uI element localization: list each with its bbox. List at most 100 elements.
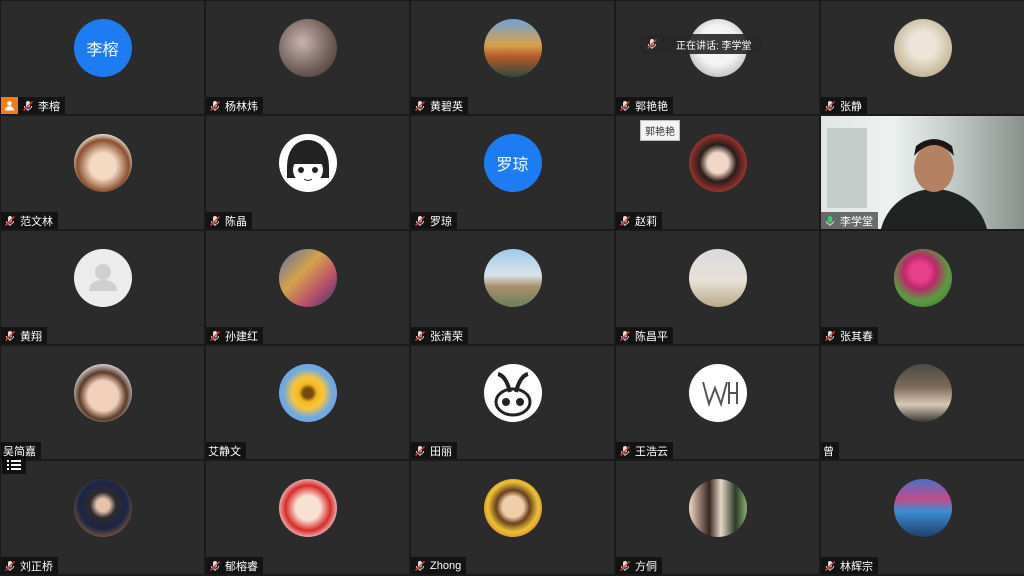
nameplate: 刘正桥	[1, 557, 58, 574]
participant-tile[interactable]: 郁榕睿	[206, 461, 409, 574]
list-view-button[interactable]	[2, 456, 26, 474]
participant-name: 李榕	[38, 100, 60, 113]
mic-muted-icon	[23, 100, 33, 111]
avatar	[483, 19, 542, 77]
avatar	[278, 479, 337, 537]
avatar	[688, 364, 747, 422]
avatar	[278, 134, 337, 192]
nameplate: 孙建红	[206, 327, 263, 344]
nameplate: 张静	[821, 97, 867, 114]
participant-name: 郭艳艳	[635, 100, 668, 113]
participant-name: 王浩云	[635, 445, 668, 458]
nameplate: 艾静文	[206, 442, 246, 459]
participant-tile[interactable]: 范文林	[1, 116, 204, 229]
participant-tile[interactable]: 黄碧英	[411, 1, 614, 114]
host-icon	[1, 97, 18, 114]
participant-name: 陈晶	[225, 215, 247, 228]
mic-muted-icon	[647, 39, 657, 49]
participant-tile[interactable]: 张清荣	[411, 231, 614, 344]
nameplate: 曾	[821, 442, 839, 459]
mic-muted-icon	[620, 330, 630, 341]
mic-muted-icon	[825, 330, 835, 341]
participant-tile[interactable]: 张其春	[821, 231, 1024, 344]
avatar: 李榕	[73, 19, 132, 77]
avatar	[73, 479, 132, 537]
mic-muted-icon	[825, 560, 835, 571]
participant-video-tile[interactable]: 李学堂	[821, 116, 1024, 229]
participant-name: 张静	[840, 100, 862, 113]
avatar	[893, 249, 952, 307]
participant-tile[interactable]: 陈晶	[206, 116, 409, 229]
participant-name: 张其春	[840, 330, 873, 343]
participant-tile[interactable]: Zhong	[411, 461, 614, 574]
list-icon	[7, 460, 21, 470]
mic-muted-icon	[210, 100, 220, 111]
participant-name: 杨林炜	[225, 100, 258, 113]
participant-name: 艾静文	[208, 445, 241, 458]
mic-muted-icon	[5, 330, 15, 341]
avatar	[483, 249, 542, 307]
participant-tile[interactable]: 艾静文	[206, 346, 409, 459]
nameplate: 林辉宗	[821, 557, 878, 574]
participant-name: 曾	[823, 445, 834, 458]
participant-tile[interactable]: 罗琼 罗琼	[411, 116, 614, 229]
nameplate: 方侗	[616, 557, 662, 574]
mic-muted-icon	[415, 330, 425, 341]
participant-tile[interactable]: 林辉宗	[821, 461, 1024, 574]
avatar	[483, 479, 542, 537]
participant-name: Zhong	[430, 559, 462, 572]
nameplate: 罗琼	[411, 212, 457, 229]
participant-name: 罗琼	[430, 215, 452, 228]
participant-name: 刘正桥	[20, 560, 53, 573]
avatar	[688, 249, 747, 307]
nameplate: 黄碧英	[411, 97, 468, 114]
nameplate: 张其春	[821, 327, 878, 344]
participant-tile[interactable]: 张静	[821, 1, 1024, 114]
participant-name: 郁榕睿	[225, 560, 258, 573]
nameplate: 李学堂	[821, 212, 878, 229]
nameplate: 张清荣	[411, 327, 468, 344]
participant-tile[interactable]: 李榕 李榕	[1, 1, 204, 114]
mic-muted-icon	[825, 100, 835, 111]
participant-tile[interactable]: 黄翔	[1, 231, 204, 344]
mic-muted-icon	[415, 560, 425, 571]
speaking-text: 正在讲话: 李学堂	[676, 40, 752, 52]
nameplate: 陈昌平	[616, 327, 673, 344]
mic-muted-icon	[620, 100, 630, 111]
mic-muted-icon	[5, 560, 15, 571]
participant-tile[interactable]: 陈昌平	[616, 231, 819, 344]
mic-muted-icon	[210, 215, 220, 226]
participant-name: 黄翔	[20, 330, 42, 343]
mic-active-icon	[826, 215, 834, 226]
participant-tile[interactable]: 吴简嘉	[1, 346, 204, 459]
participant-tile[interactable]: 郭艳艳	[616, 1, 819, 114]
participant-grid: 李榕 李榕 杨林炜 黄碧英 郭艳艳 张静 范文林 陈晶 罗琼 罗琼 赵莉 李学堂…	[0, 0, 1024, 576]
participant-name: 黄碧英	[430, 100, 463, 113]
avatar	[73, 249, 132, 307]
nameplate: 赵莉	[616, 212, 662, 229]
avatar	[893, 364, 952, 422]
participant-tile[interactable]: 孙建红	[206, 231, 409, 344]
nameplate: Zhong	[411, 557, 467, 574]
avatar	[73, 134, 132, 192]
nameplate: 田丽	[411, 442, 457, 459]
participant-name: 范文林	[20, 215, 53, 228]
participant-tile[interactable]: 王浩云	[616, 346, 819, 459]
nameplate: 陈晶	[206, 212, 252, 229]
avatar	[278, 364, 337, 422]
speaking-indicator: 正在讲话: 李学堂	[640, 34, 762, 54]
nameplate: 范文林	[1, 212, 58, 229]
participant-tile[interactable]: 田丽	[411, 346, 614, 459]
nameplate: 王浩云	[616, 442, 673, 459]
participant-tile[interactable]: 刘正桥	[1, 461, 204, 574]
mic-muted-icon	[620, 445, 630, 456]
avatar	[688, 134, 747, 192]
participant-tile[interactable]: 曾	[821, 346, 1024, 459]
nameplate: 黄翔	[1, 327, 47, 344]
participant-name: 方侗	[635, 560, 657, 573]
participant-tile[interactable]: 方侗	[616, 461, 819, 574]
nameplate: 郁榕睿	[206, 557, 263, 574]
participant-tile[interactable]: 杨林炜	[206, 1, 409, 114]
avatar	[893, 479, 952, 537]
mic-muted-icon	[620, 215, 630, 226]
